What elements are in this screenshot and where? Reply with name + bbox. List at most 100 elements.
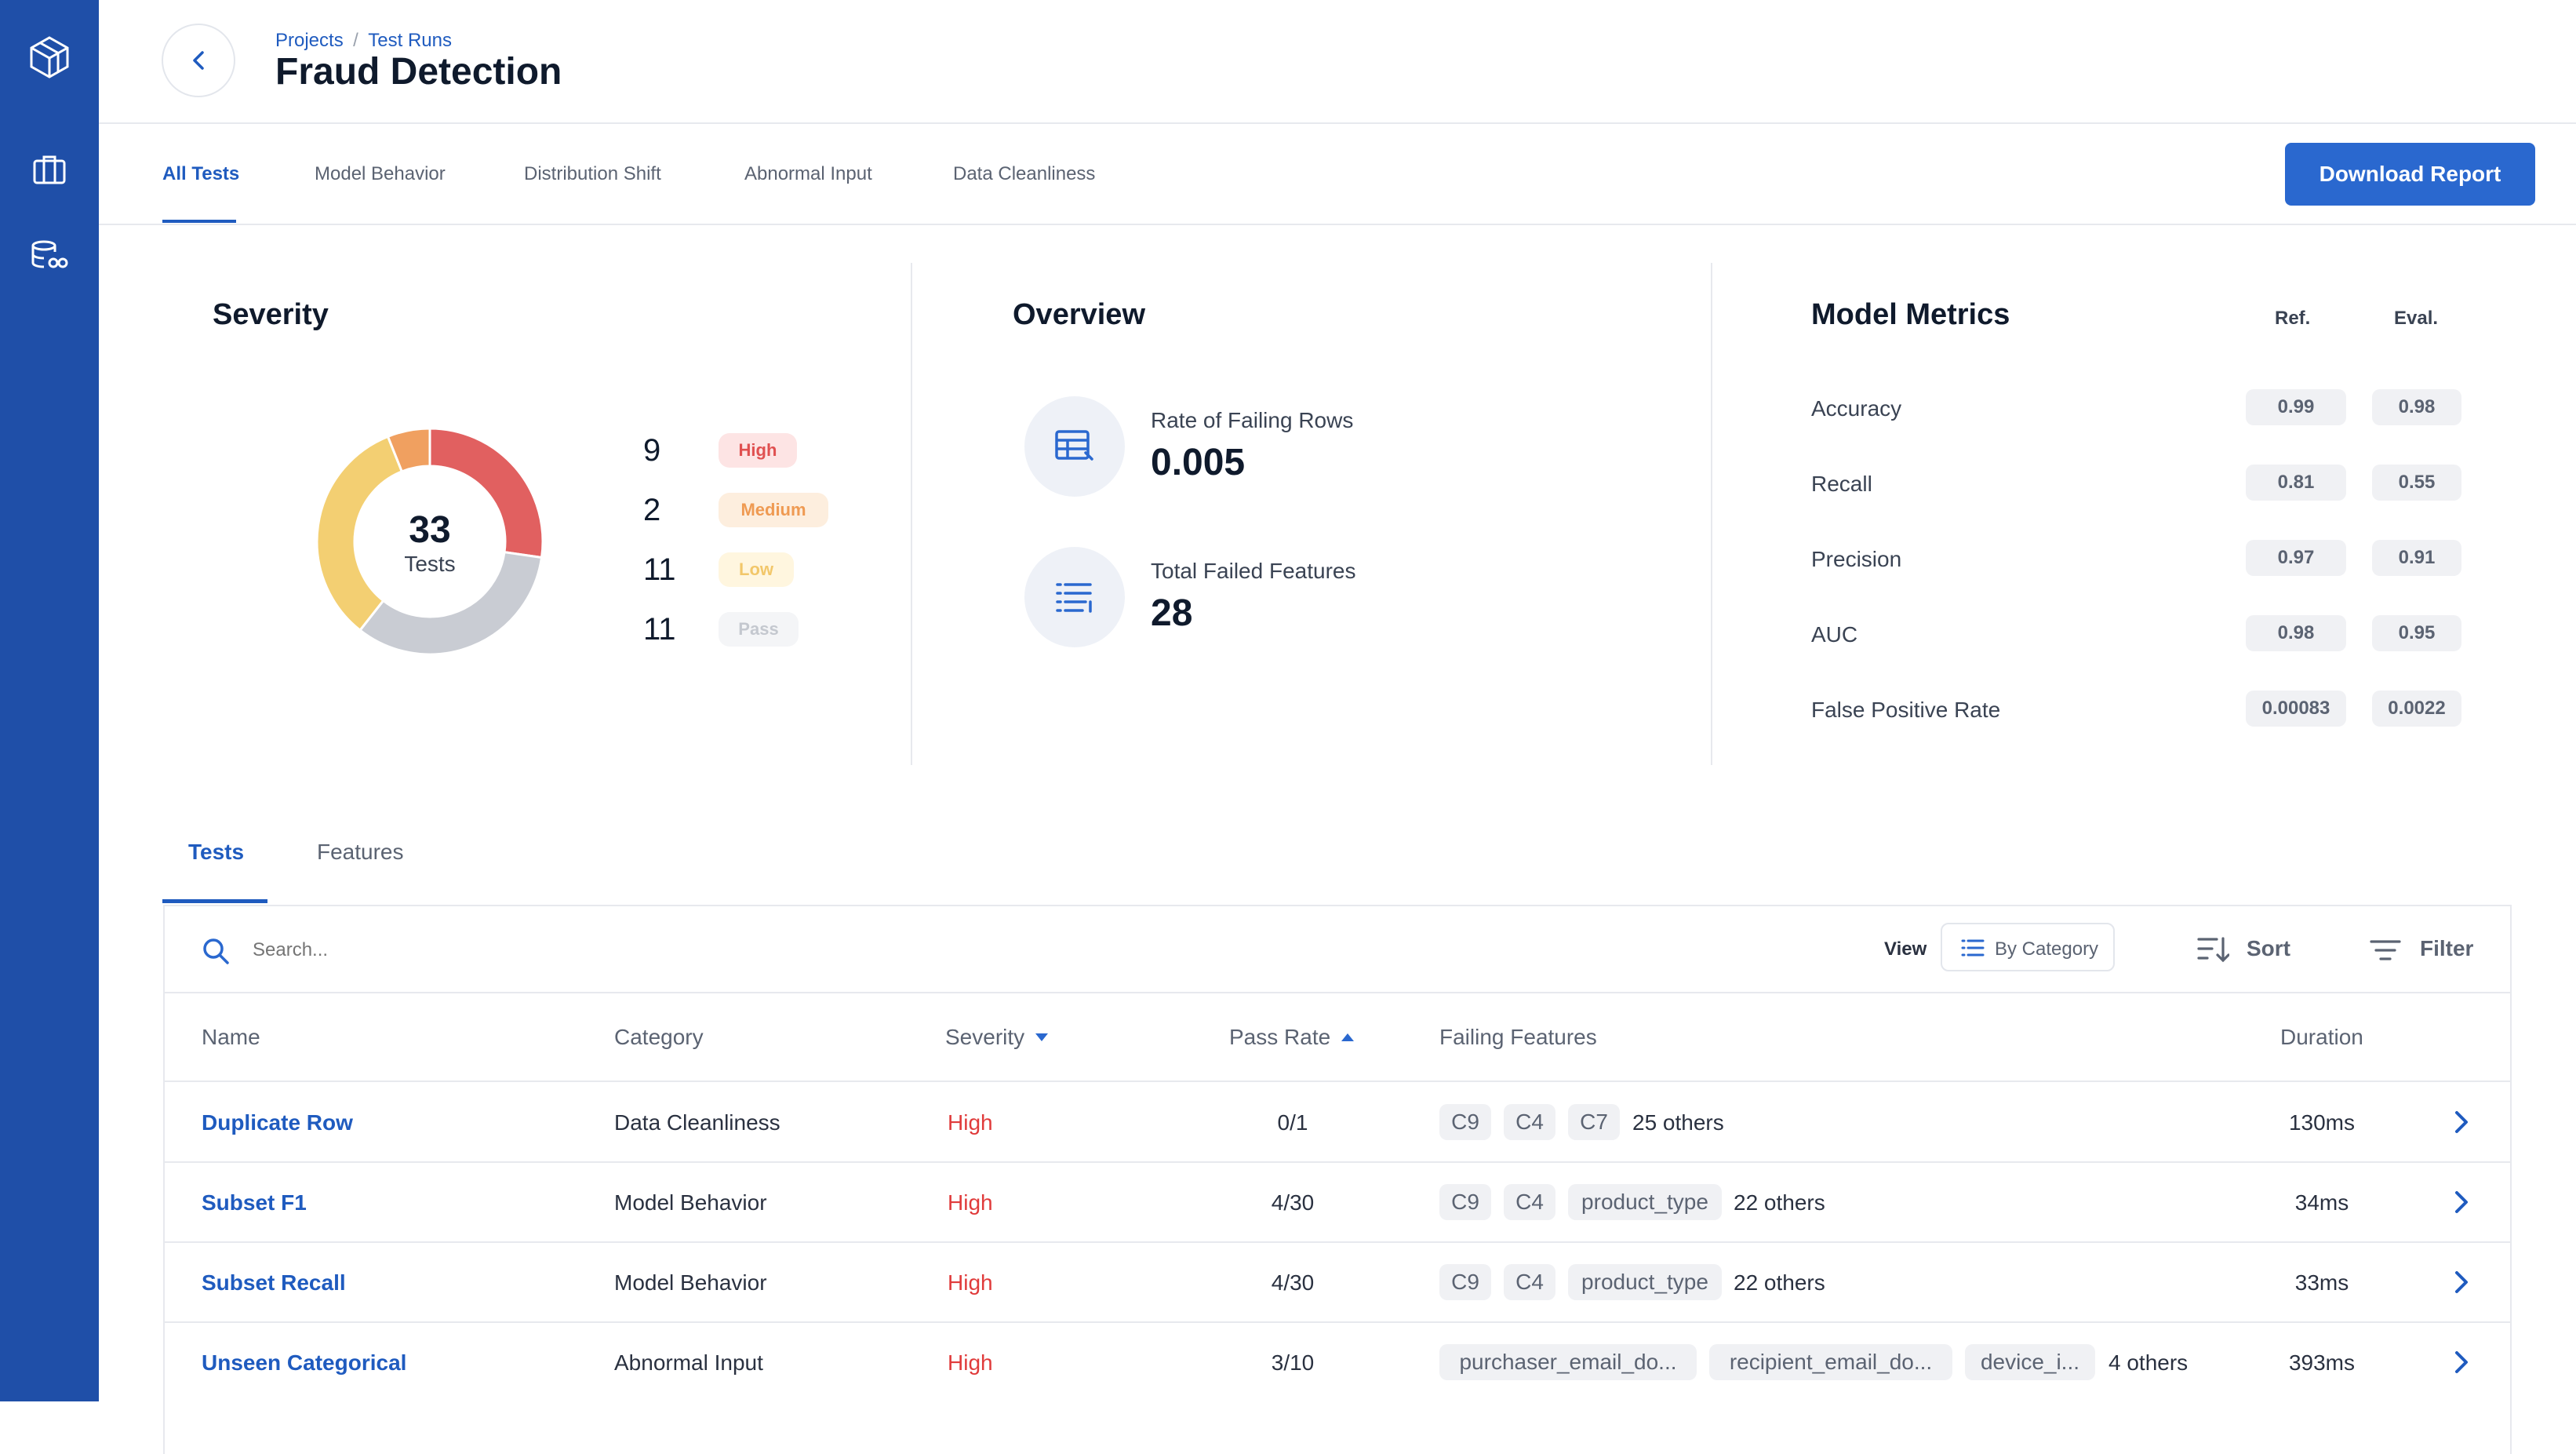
feature-chip[interactable]: purchaser_email_do... <box>1439 1344 1697 1380</box>
column-header-severity[interactable]: Severity <box>945 1025 1024 1050</box>
feature-chip[interactable]: C4 <box>1504 1104 1555 1140</box>
metric-ref-value: 0.98 <box>2246 615 2346 651</box>
severity-low-badge: Low <box>719 552 794 587</box>
severity-pass-badge: Pass <box>719 612 799 647</box>
failed-features-label: Total Failed Features <box>1151 559 1356 583</box>
briefcase-icon[interactable] <box>24 144 75 195</box>
test-severity: High <box>948 1270 993 1295</box>
chevron-right-icon[interactable] <box>2447 1268 2476 1296</box>
metric-name: Precision <box>1811 547 1902 571</box>
breadcrumb-projects[interactable]: Projects <box>275 30 344 51</box>
metric-name: False Positive Rate <box>1811 698 2001 722</box>
test-name-link[interactable]: Subset Recall <box>202 1270 346 1295</box>
failing-rows-value: 0.005 <box>1151 442 1246 483</box>
test-severity: High <box>948 1110 993 1135</box>
feature-chip[interactable]: C9 <box>1439 1264 1491 1300</box>
failed-features-value: 28 <box>1151 592 1193 634</box>
sort-desc-icon[interactable] <box>1034 1033 1050 1042</box>
panel-divider <box>911 263 912 765</box>
test-name-link[interactable]: Duplicate Row <box>202 1110 353 1135</box>
feature-chip[interactable]: product_type <box>1568 1264 1722 1300</box>
tab-model-behavior[interactable]: Model Behavior <box>315 163 446 185</box>
feature-chip[interactable]: C9 <box>1439 1184 1491 1220</box>
filter-button[interactable]: Filter <box>2420 936 2473 961</box>
severity-high-count: 9 <box>643 433 661 468</box>
severity-title: Severity <box>213 298 329 331</box>
breadcrumb-test-runs[interactable]: Test Runs <box>368 30 452 51</box>
column-header-failing-features[interactable]: Failing Features <box>1439 1025 1597 1050</box>
test-duration: 34ms <box>2294 1190 2349 1215</box>
feature-chip[interactable]: device_i... <box>1965 1344 2095 1380</box>
test-pass-rate: 0/1 <box>1277 1110 1308 1135</box>
feature-chip[interactable]: C4 <box>1504 1184 1555 1220</box>
list-view-icon <box>1961 939 1985 957</box>
database-link-icon[interactable] <box>24 229 75 281</box>
chevron-right-icon[interactable] <box>2447 1348 2476 1376</box>
chevron-left-icon <box>193 51 204 70</box>
test-category: Abnormal Input <box>614 1350 763 1375</box>
test-pass-rate: 4/30 <box>1271 1190 1315 1215</box>
column-header-pass-rate[interactable]: Pass Rate <box>1229 1025 1330 1050</box>
feature-chip[interactable]: C4 <box>1504 1264 1555 1300</box>
test-duration: 130ms <box>2288 1110 2356 1135</box>
logo-cube-icon[interactable] <box>24 31 75 83</box>
severity-medium-count: 2 <box>643 493 661 527</box>
search-input[interactable] <box>251 932 1039 968</box>
column-header-name[interactable]: Name <box>202 1025 260 1050</box>
test-category: Model Behavior <box>614 1270 767 1295</box>
more-features-count[interactable]: 25 others <box>1632 1110 1724 1135</box>
feature-chip[interactable]: C7 <box>1568 1104 1620 1140</box>
severity-total-label: Tests <box>404 552 456 576</box>
feature-chip[interactable]: recipient_email_do... <box>1709 1344 1952 1380</box>
severity-high-badge: High <box>719 433 797 468</box>
more-features-count[interactable]: 4 others <box>2108 1350 2188 1376</box>
tab-data-cleanliness[interactable]: Data Cleanliness <box>953 163 1095 185</box>
metric-ref-value: 0.97 <box>2246 540 2346 576</box>
tab-abnormal-input[interactable]: Abnormal Input <box>744 163 872 185</box>
sort-asc-icon[interactable] <box>1340 1033 1355 1042</box>
model-metrics-title: Model Metrics <box>1811 298 2010 331</box>
sort-icon[interactable] <box>2196 935 2229 965</box>
test-category: Model Behavior <box>614 1190 767 1215</box>
list-icon <box>1024 547 1125 647</box>
metric-ref-value: 0.81 <box>2246 465 2346 501</box>
breadcrumb-separator: / <box>353 30 358 51</box>
column-header-duration[interactable]: Duration <box>2280 1025 2363 1050</box>
test-severity: High <box>948 1350 993 1375</box>
metric-name: AUC <box>1811 622 1858 647</box>
tab-tests[interactable]: Tests <box>188 840 244 865</box>
table-icon <box>1024 396 1125 497</box>
overview-title: Overview <box>1013 298 1145 331</box>
metrics-ref-header: Ref. <box>2275 308 2311 329</box>
metric-eval-value: 0.98 <box>2372 389 2461 425</box>
metric-eval-value: 0.55 <box>2372 465 2461 501</box>
search-icon <box>203 938 229 964</box>
row-divider <box>164 1161 2511 1163</box>
tab-all-tests[interactable]: All Tests <box>162 163 239 185</box>
view-label: View <box>1884 938 1927 960</box>
metric-name: Recall <box>1811 472 1872 496</box>
row-divider <box>164 1241 2511 1243</box>
page-title: Fraud Detection <box>275 51 562 93</box>
panel-divider <box>1711 263 1712 765</box>
test-duration: 33ms <box>2294 1270 2349 1295</box>
tab-distribution-shift[interactable]: Distribution Shift <box>524 163 661 185</box>
chevron-right-icon[interactable] <box>2447 1188 2476 1216</box>
tab-features[interactable]: Features <box>317 840 404 865</box>
more-features-count[interactable]: 22 others <box>1734 1270 1825 1295</box>
column-header-category[interactable]: Category <box>614 1025 704 1050</box>
feature-chip[interactable]: product_type <box>1568 1184 1722 1220</box>
chevron-right-icon[interactable] <box>2447 1108 2476 1136</box>
download-report-button[interactable]: Download Report <box>2285 143 2535 206</box>
test-severity: High <box>948 1190 993 1215</box>
back-button[interactable] <box>162 24 235 97</box>
filter-icon[interactable] <box>2370 938 2401 962</box>
feature-chip[interactable]: C9 <box>1439 1104 1491 1140</box>
more-features-count[interactable]: 22 others <box>1734 1190 1825 1215</box>
test-name-link[interactable]: Unseen Categorical <box>202 1350 406 1376</box>
failing-rows-label: Rate of Failing Rows <box>1151 408 1354 432</box>
metric-name: Accuracy <box>1811 396 1902 421</box>
test-name-link[interactable]: Subset F1 <box>202 1190 307 1215</box>
row-divider <box>164 1080 2511 1082</box>
sort-button[interactable]: Sort <box>2247 936 2290 961</box>
